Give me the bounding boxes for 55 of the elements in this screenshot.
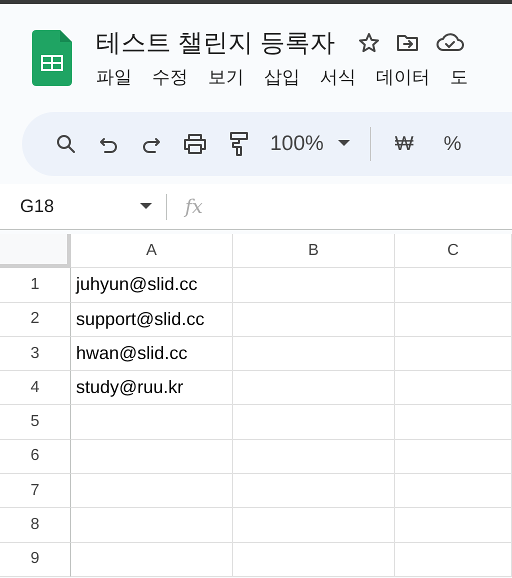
percent-button[interactable]: % — [444, 132, 462, 156]
row-header[interactable]: 3 — [0, 336, 71, 372]
menu-item[interactable]: 데이터 — [376, 65, 430, 89]
caret-icon — [338, 140, 350, 148]
empty-cell[interactable] — [233, 336, 395, 372]
zoom-dropdown[interactable]: 100% — [270, 132, 350, 156]
empty-cell[interactable] — [395, 371, 512, 406]
table-cell[interactable]: study@ruu.kr — [71, 371, 233, 406]
star-icon[interactable] — [356, 30, 381, 54]
row-header[interactable]: 4 — [0, 371, 71, 406]
menu-item[interactable]: 보기 — [208, 65, 244, 89]
menu-item[interactable]: 파일 — [96, 65, 132, 89]
document-title[interactable]: 테스트 챌린지 등록자 — [96, 26, 343, 59]
empty-cell[interactable] — [233, 405, 395, 440]
empty-cell[interactable] — [395, 268, 512, 303]
row-header[interactable]: 8 — [0, 508, 71, 543]
empty-cell[interactable] — [233, 542, 395, 577]
menu-item[interactable]: 수정 — [152, 65, 188, 89]
table-cell[interactable]: hwan@slid.cc — [71, 336, 233, 372]
currency-button[interactable]: ₩ — [394, 132, 414, 156]
name-box[interactable]: G18 — [20, 196, 166, 217]
spreadsheet-logo-icon[interactable] — [32, 30, 72, 86]
empty-cell[interactable] — [395, 302, 512, 337]
print-icon[interactable] — [182, 132, 208, 156]
empty-cell[interactable] — [233, 268, 395, 303]
menu-item[interactable]: 서식 — [320, 65, 356, 89]
table-cell[interactable]: support@slid.cc — [71, 302, 233, 337]
empty-cell[interactable] — [395, 508, 512, 543]
column-header[interactable]: B — [233, 234, 395, 268]
menu-item[interactable]: 삽입 — [264, 65, 300, 89]
row-header[interactable]: 7 — [0, 474, 71, 508]
formula-label: fx — [185, 196, 203, 218]
empty-cell[interactable] — [233, 474, 395, 508]
column-header[interactable]: C — [395, 234, 512, 268]
empty-cell[interactable] — [233, 508, 395, 543]
row-header[interactable]: 9 — [0, 542, 71, 577]
empty-cell[interactable] — [395, 474, 512, 508]
select-all-corner[interactable] — [0, 234, 71, 268]
empty-cell[interactable] — [395, 440, 512, 474]
row-header[interactable]: 6 — [0, 440, 71, 474]
empty-cell[interactable] — [233, 371, 395, 406]
row-header[interactable]: 5 — [0, 405, 71, 440]
menu-item[interactable]: 도 — [450, 65, 468, 89]
row-header[interactable]: 1 — [0, 268, 71, 303]
row-header[interactable]: 2 — [0, 302, 71, 337]
empty-cell[interactable] — [395, 405, 512, 440]
empty-cell[interactable] — [395, 542, 512, 577]
empty-cell[interactable] — [233, 440, 395, 474]
paint-roller-icon[interactable] — [228, 130, 250, 158]
empty-cell[interactable] — [233, 302, 395, 337]
empty-cell[interactable] — [395, 336, 512, 372]
search-icon[interactable] — [54, 132, 78, 156]
caret-icon — [140, 202, 152, 210]
table-cell[interactable]: juhyun@slid.cc — [71, 268, 233, 303]
column-header[interactable]: A — [71, 234, 233, 268]
